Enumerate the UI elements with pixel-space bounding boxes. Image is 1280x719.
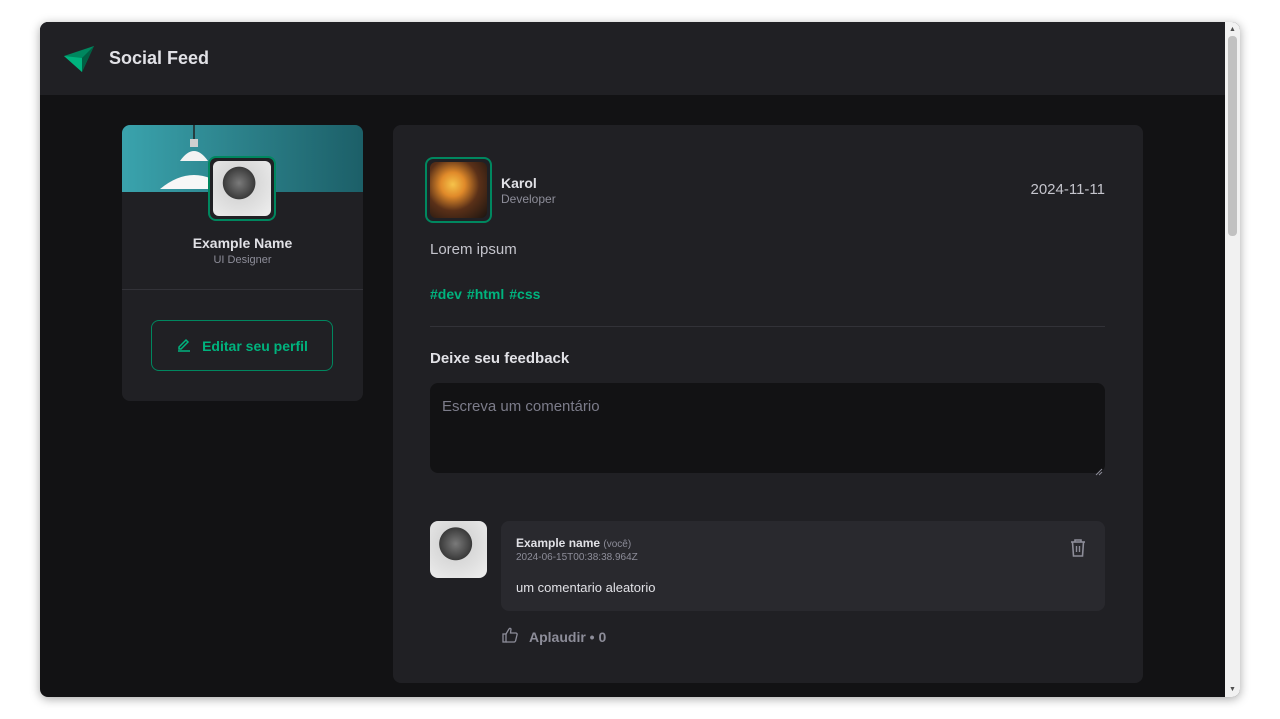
comment-author: Example name (você) [516, 536, 631, 550]
profile-role: UI Designer [213, 254, 272, 266]
browser-window: Social Feed Example Name UI Designer Edi… [40, 22, 1240, 697]
avatar-image [213, 161, 271, 216]
scroll-up-icon[interactable]: ▲ [1228, 25, 1237, 34]
hashtag-link[interactable]: #css [509, 286, 540, 302]
comment-card: Example name (você) 2024-06-15T00:38:38.… [501, 521, 1105, 611]
post-divider [430, 326, 1105, 327]
applaud-text: Aplaudir [529, 628, 586, 645]
avatar-image [430, 521, 487, 578]
vertical-scrollbar[interactable]: ▲ ▼ [1225, 22, 1240, 697]
avatar-image [430, 162, 487, 218]
profile-card: Example Name UI Designer Editar seu perf… [122, 125, 363, 401]
post-author-name: Karol [501, 175, 537, 191]
profile-name: Example Name [192, 235, 293, 251]
applaud-button[interactable]: Aplaudir • 0 [501, 626, 606, 647]
post-card: Karol Developer 2024-11-11 Lorem ipsum #… [393, 125, 1143, 683]
app-header: Social Feed [40, 22, 1225, 95]
app-root: Social Feed Example Name UI Designer Edi… [40, 22, 1225, 697]
post-author-avatar[interactable] [425, 157, 492, 223]
comment-author-avatar[interactable] [430, 521, 487, 578]
feedback-title: Deixe seu feedback [430, 350, 570, 367]
post-date: 2024-11-11 [1030, 181, 1105, 198]
post-tags: #dev #html #css [430, 286, 540, 302]
pencil-icon [176, 336, 192, 355]
trash-icon[interactable] [1067, 537, 1089, 559]
applaud-separator: • [589, 628, 595, 645]
edit-profile-button[interactable]: Editar seu perfil [151, 320, 333, 371]
applaud-label: Aplaudir • 0 [529, 629, 606, 645]
paper-plane-icon[interactable] [62, 42, 96, 76]
hashtag-link[interactable]: #html [467, 286, 504, 302]
thumbs-up-icon [501, 626, 519, 647]
profile-avatar[interactable] [208, 156, 276, 221]
comment-author-suffix: (você) [603, 539, 632, 550]
resize-grip-icon[interactable] [1095, 463, 1103, 476]
hashtag-link[interactable]: #dev [430, 286, 462, 302]
post-content: Lorem ipsum [430, 241, 517, 258]
comment-author-name: Example name [516, 536, 601, 550]
comment-timestamp: 2024-06-15T00:38:38.964Z [516, 552, 638, 563]
scrollbar-thumb[interactable] [1228, 36, 1237, 236]
sidebar-divider [122, 289, 363, 290]
applaud-count: 0 [598, 628, 607, 645]
comment-input[interactable] [430, 383, 1105, 473]
post-author-role: Developer [501, 192, 556, 206]
app-title: Social Feed [109, 48, 210, 68]
scroll-down-icon[interactable]: ▼ [1228, 685, 1237, 694]
comment-text: um comentario aleatorio [516, 580, 656, 595]
edit-profile-label: Editar seu perfil [202, 337, 308, 354]
